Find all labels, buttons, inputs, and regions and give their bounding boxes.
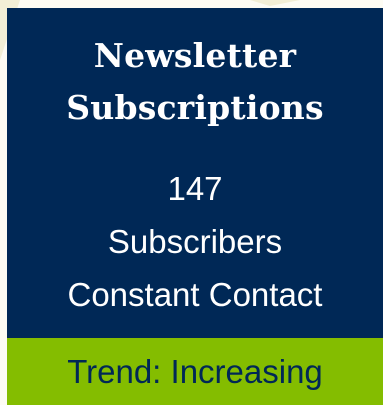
subscriber-metric: 147 Subscribers Constant Contact (7, 162, 383, 321)
card-title: Newsletter Subscriptions (7, 30, 383, 134)
subscriber-unit-label: Subscribers (107, 223, 283, 260)
card-title-line-2: Subscriptions (66, 88, 324, 127)
source-label: Constant Contact (67, 276, 323, 313)
subscriber-count: 147 (167, 170, 223, 207)
trend-label: Trend: Increasing (67, 353, 323, 390)
card-title-line-1: Newsletter (93, 36, 297, 75)
newsletter-subscriptions-card: Newsletter Subscriptions 147 Subscribers… (7, 8, 383, 405)
trend-footer: Trend: Increasing (7, 338, 383, 405)
